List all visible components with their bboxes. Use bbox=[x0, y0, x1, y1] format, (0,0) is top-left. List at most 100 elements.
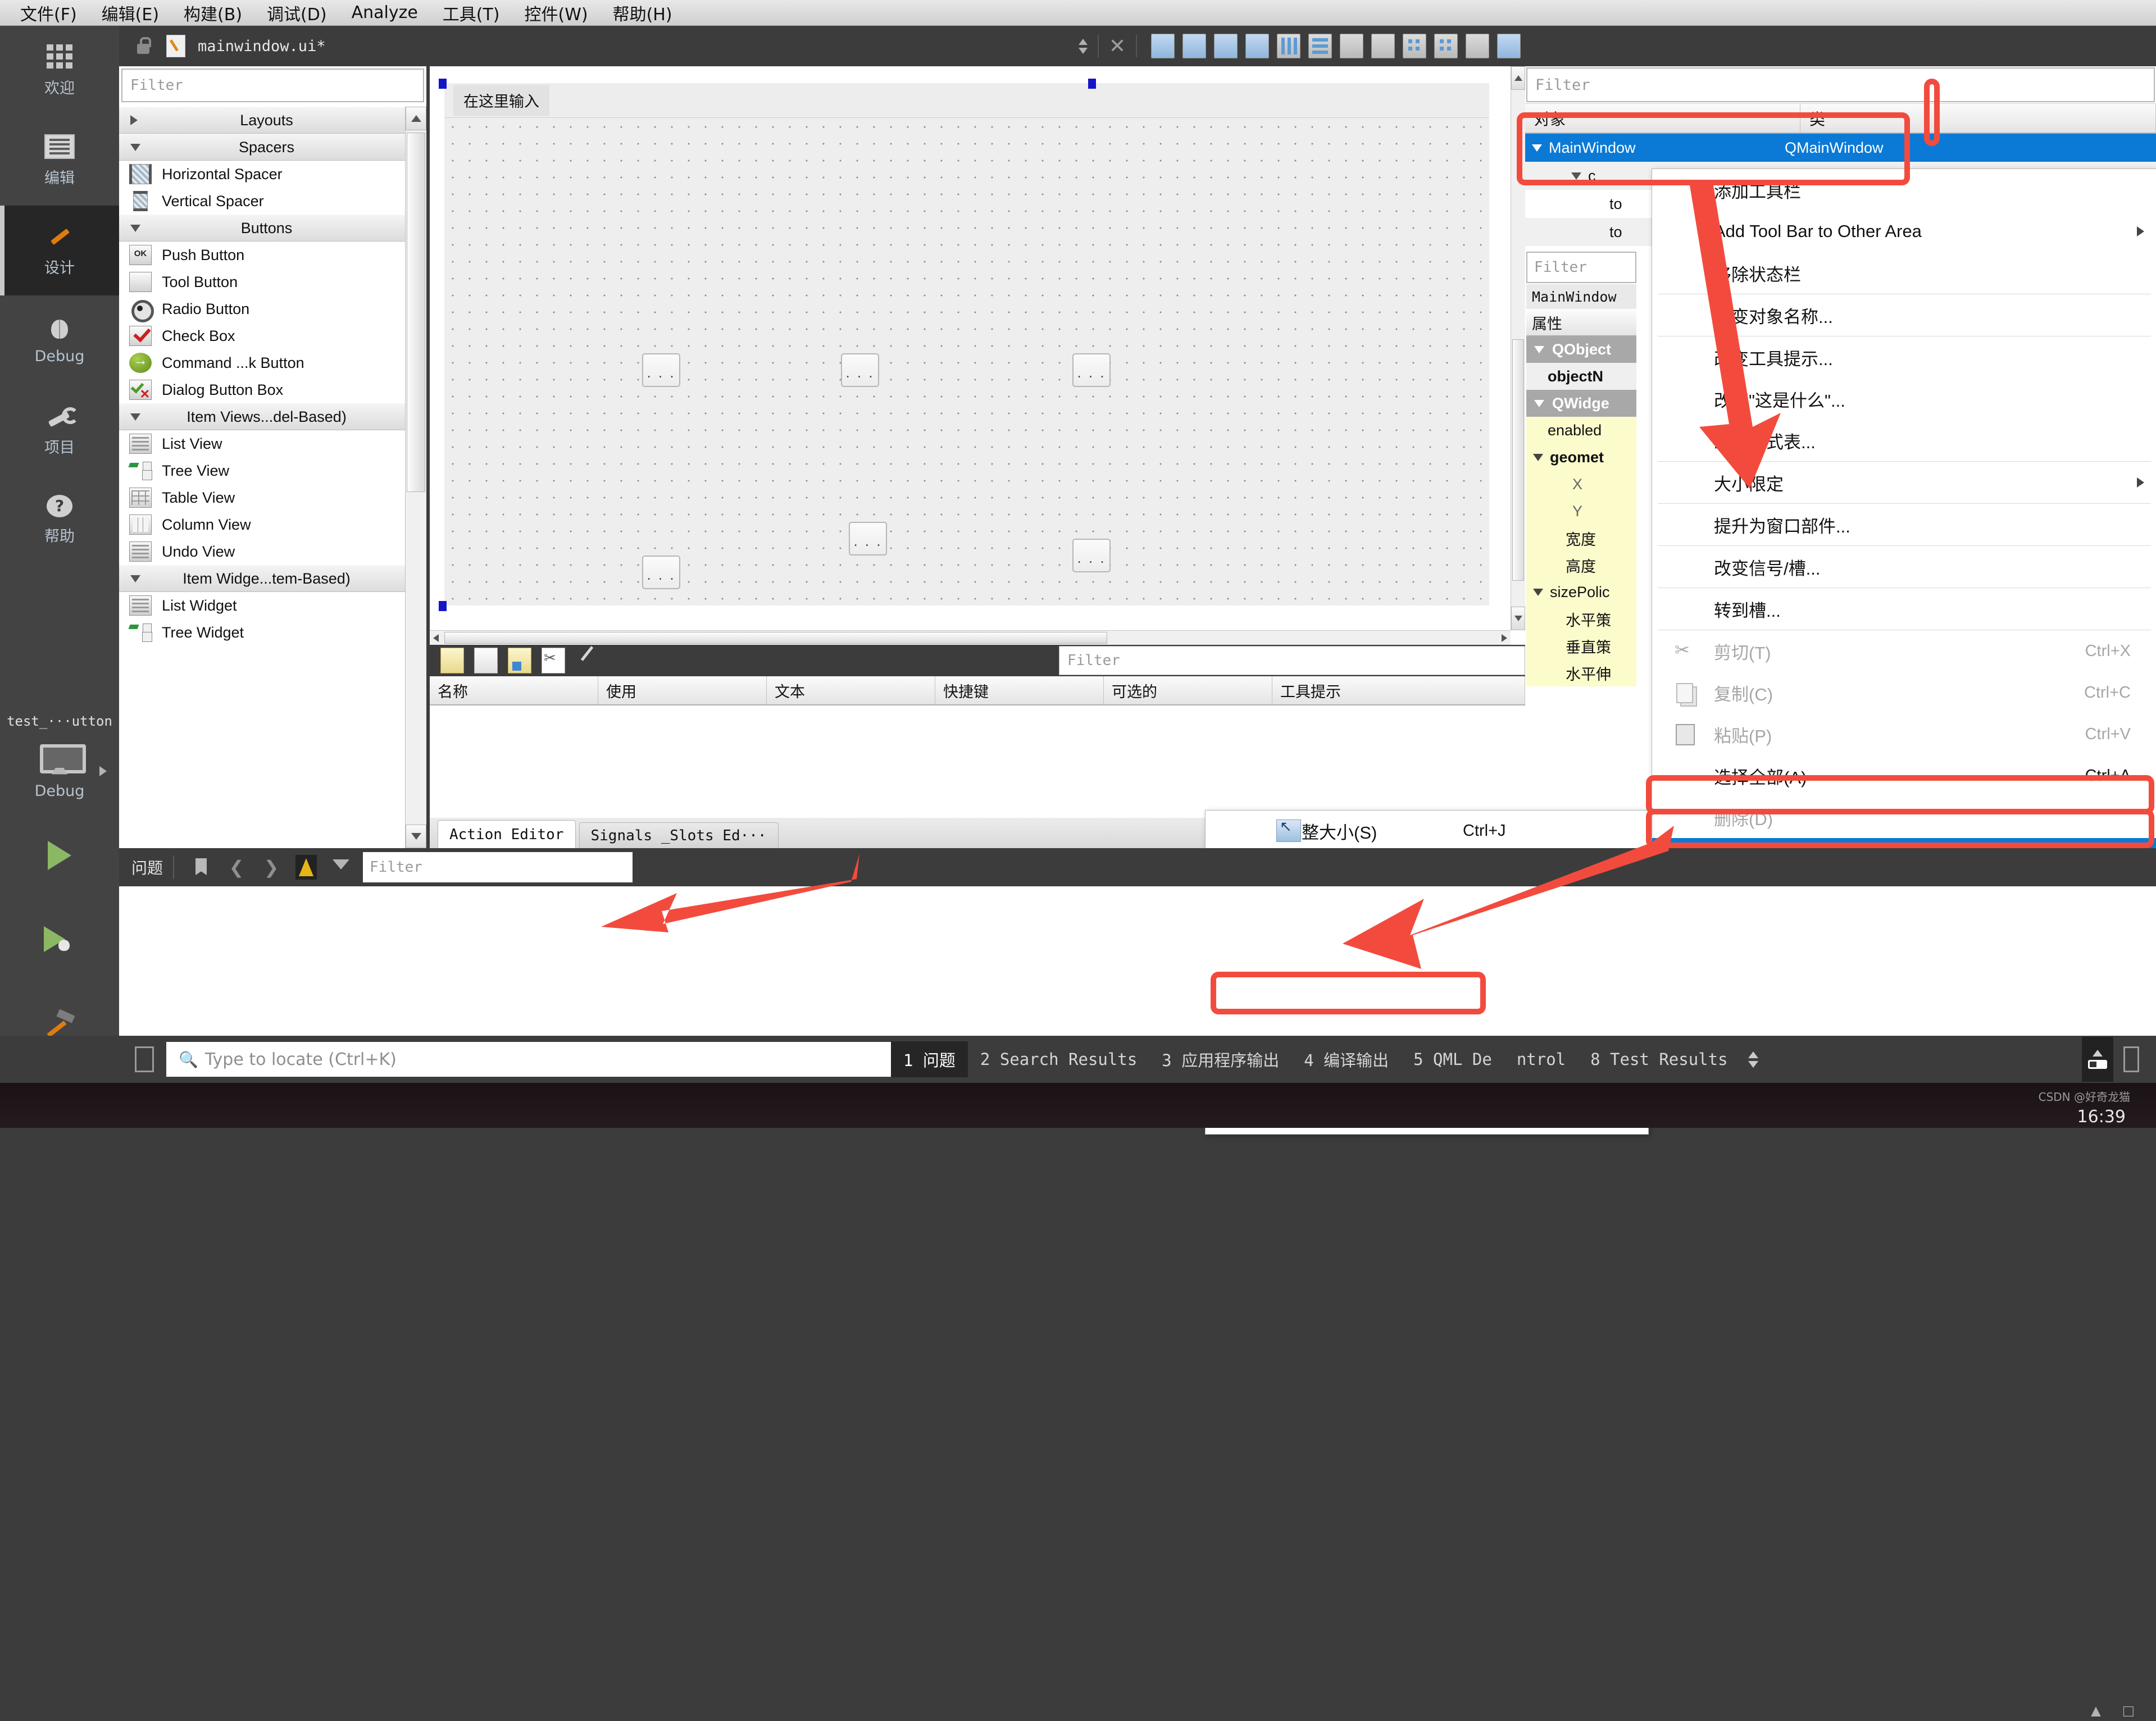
widgetbox-group-buttons[interactable]: Buttons bbox=[119, 215, 426, 242]
next-item-icon[interactable]: ❯ bbox=[261, 855, 282, 880]
chevron-down-icon[interactable] bbox=[1571, 172, 1581, 180]
property-editor-filter-input[interactable]: Filter bbox=[1526, 252, 1636, 283]
property-geometry-x[interactable]: X bbox=[1526, 471, 1636, 498]
sidebar-item-help[interactable]: ? 帮助 bbox=[0, 475, 119, 565]
property-group-qwidget[interactable]: QWidge bbox=[1526, 390, 1636, 417]
menu-item-remove-statusbar[interactable]: 移除状态栏 bbox=[1652, 252, 2156, 294]
widgetbox-item-radio-button[interactable]: Radio Button bbox=[119, 295, 426, 322]
close-icon[interactable]: ✕ bbox=[1109, 34, 1126, 58]
menu-item-add-toolbar-other-area[interactable]: Add Tool Bar to Other Area bbox=[1652, 211, 2156, 252]
column-checkable[interactable]: 可选的 bbox=[1104, 676, 1272, 704]
run-config-selector[interactable]: Debug bbox=[0, 729, 119, 813]
layout-vertically-icon[interactable] bbox=[1308, 34, 1332, 58]
property-sizepolicy[interactable]: sizePolic bbox=[1526, 579, 1636, 605]
menu-item-change-stylesheet[interactable]: 改变样式表... bbox=[1652, 420, 2156, 461]
layout-splitter-v-icon[interactable] bbox=[1371, 34, 1395, 58]
filter-icon[interactable] bbox=[330, 855, 352, 880]
canvas-hscrollbar[interactable] bbox=[430, 630, 1511, 645]
form-widget-4[interactable]: . . . bbox=[849, 522, 887, 556]
widgetbox-item-vertical-spacer[interactable]: Vertical Spacer bbox=[119, 188, 426, 215]
menu-item-paste[interactable]: 粘贴(P) Ctrl+V bbox=[1652, 713, 2156, 755]
form-widget-5[interactable]: . . . bbox=[1072, 539, 1111, 572]
edit-signals-slots-tool[interactable] bbox=[1182, 34, 1206, 58]
statusbar-item-qml-debugger[interactable]: 5 QML De bbox=[1401, 1041, 1504, 1077]
form-widget-1[interactable]: . . . bbox=[642, 353, 680, 387]
sidebar-item-edit[interactable]: 编辑 bbox=[0, 116, 119, 206]
menu-item-size-constraints[interactable]: 大小限定 bbox=[1652, 462, 2156, 503]
menu-item-change-signals-slots[interactable]: 改变信号/槽... bbox=[1652, 546, 2156, 588]
property-objectname[interactable]: objectN bbox=[1526, 363, 1636, 390]
property-geometry-height[interactable]: 高度 bbox=[1526, 552, 1636, 579]
menu-file[interactable]: 文件(F) bbox=[8, 1, 89, 25]
menu-item-change-tooltip[interactable]: 改变工具提示... bbox=[1652, 336, 2156, 378]
tab-action-editor[interactable]: Action Editor bbox=[438, 820, 576, 848]
property-hpolicy[interactable]: 水平策 bbox=[1526, 605, 1636, 632]
scrollbar-thumb[interactable] bbox=[1512, 339, 1524, 581]
form-widget-3[interactable]: . . . bbox=[1072, 353, 1111, 387]
chevron-down-icon[interactable] bbox=[1532, 144, 1542, 152]
resize-handle-bl[interactable] bbox=[439, 601, 447, 611]
menu-item-go-to-slot[interactable]: 转到槽... bbox=[1652, 588, 2156, 630]
sidebar-item-projects[interactable]: 项目 bbox=[0, 385, 119, 475]
panel-toggle-icon[interactable] bbox=[2123, 1046, 2139, 1072]
widgetbox-item-tree-widget[interactable]: Tree Widget bbox=[119, 619, 426, 646]
layout-horizontally-icon[interactable] bbox=[1277, 34, 1300, 58]
menu-item-add-toolbar[interactable]: 添加工具栏 bbox=[1652, 169, 2156, 211]
bookmark-icon[interactable] bbox=[191, 855, 212, 880]
statusbar-stepper[interactable] bbox=[1748, 1051, 1758, 1068]
edit-tab-order-tool[interactable] bbox=[1245, 34, 1269, 58]
toggle-sidebar-icon[interactable] bbox=[135, 1046, 154, 1072]
menu-tools[interactable]: 工具(T) bbox=[430, 1, 512, 25]
adjust-size-icon[interactable] bbox=[1497, 34, 1521, 58]
menu-build[interactable]: 构建(B) bbox=[171, 1, 254, 25]
column-class[interactable]: 类 bbox=[1800, 104, 2156, 133]
widgetbox-item-column-view[interactable]: Column View bbox=[119, 511, 426, 538]
property-geometry-y[interactable]: Y bbox=[1526, 498, 1636, 525]
column-name[interactable]: 名称 bbox=[430, 676, 598, 704]
unlock-icon[interactable] bbox=[135, 37, 152, 56]
property-geometry-width[interactable]: 宽度 bbox=[1526, 525, 1636, 552]
property-vpolicy[interactable]: 垂直策 bbox=[1526, 632, 1636, 659]
widgetbox-item-undo-view[interactable]: Undo View bbox=[119, 538, 426, 565]
form-widget-6[interactable]: . . . bbox=[642, 556, 680, 589]
menu-help[interactable]: 帮助(H) bbox=[601, 1, 685, 25]
statusbar-item-compile-output[interactable]: 4 编译输出 bbox=[1291, 1041, 1401, 1077]
widgetbox-item-dialog-button-box[interactable]: Dialog Button Box bbox=[119, 376, 426, 403]
statusbar-item-search-results[interactable]: 2 Search Results bbox=[968, 1041, 1149, 1077]
scroll-down-icon[interactable] bbox=[1511, 607, 1525, 630]
run-button[interactable] bbox=[0, 813, 119, 898]
break-layout-icon[interactable] bbox=[1466, 34, 1489, 58]
layout-splitter-h-icon[interactable] bbox=[1340, 34, 1363, 58]
warning-filter-icon[interactable] bbox=[295, 855, 317, 880]
property-geometry[interactable]: geomet bbox=[1526, 444, 1636, 471]
widgetbox-item-table-view[interactable]: Table View bbox=[119, 484, 426, 511]
tab-signals-slots-editor[interactable]: Signals _Slots Ed··· bbox=[579, 822, 779, 848]
statusbar-item-version-control[interactable]: ntrol bbox=[1504, 1041, 1578, 1077]
widgetbox-item-list-widget[interactable]: List Widget bbox=[119, 592, 426, 619]
form-centralwidget[interactable]: . . . . . . . . . . . . . . . . . . bbox=[444, 119, 1489, 605]
property-hstretch[interactable]: 水平伸 bbox=[1526, 659, 1636, 686]
scrollbar-thumb[interactable] bbox=[407, 133, 425, 492]
widgetbox-item-push-button[interactable]: Push Button bbox=[119, 242, 426, 268]
menu-widgets[interactable]: 控件(W) bbox=[512, 1, 601, 25]
statusbar-item-app-output[interactable]: 3 应用程序输出 bbox=[1149, 1041, 1291, 1077]
widgetbox-group-item-widgets[interactable]: Item Widge...tem-Based) bbox=[119, 565, 426, 592]
table-row[interactable]: MainWindow QMainWindow bbox=[1525, 134, 2156, 162]
column-used[interactable]: 使用 bbox=[598, 676, 767, 704]
previous-item-icon[interactable]: ❮ bbox=[226, 855, 247, 880]
delete-action-icon[interactable] bbox=[542, 648, 565, 673]
widgetbox-filter-input[interactable]: Filter bbox=[121, 69, 424, 102]
sidebar-item-debug[interactable]: Debug bbox=[0, 295, 119, 385]
menu-analyze[interactable]: Analyze bbox=[339, 3, 430, 22]
file-nav-stepper[interactable] bbox=[1079, 39, 1088, 54]
scrollbar-thumb[interactable] bbox=[444, 632, 1107, 644]
edit-buddies-tool[interactable] bbox=[1214, 34, 1238, 58]
sidebar-item-design[interactable]: 设计 bbox=[0, 206, 119, 295]
menu-item-delete[interactable]: 删除(D) bbox=[1652, 796, 2156, 838]
form-menubar[interactable]: 在这里输入 bbox=[444, 83, 1489, 118]
collapse-icon[interactable]: ▲ bbox=[2087, 1702, 2104, 1721]
widgetbox-item-check-box[interactable]: Check Box bbox=[119, 322, 426, 349]
sidebar-item-welcome[interactable]: 欢迎 bbox=[0, 26, 119, 116]
widgetbox-item-list-view[interactable]: List View bbox=[119, 430, 426, 457]
tray-icon[interactable] bbox=[2082, 1037, 2113, 1082]
